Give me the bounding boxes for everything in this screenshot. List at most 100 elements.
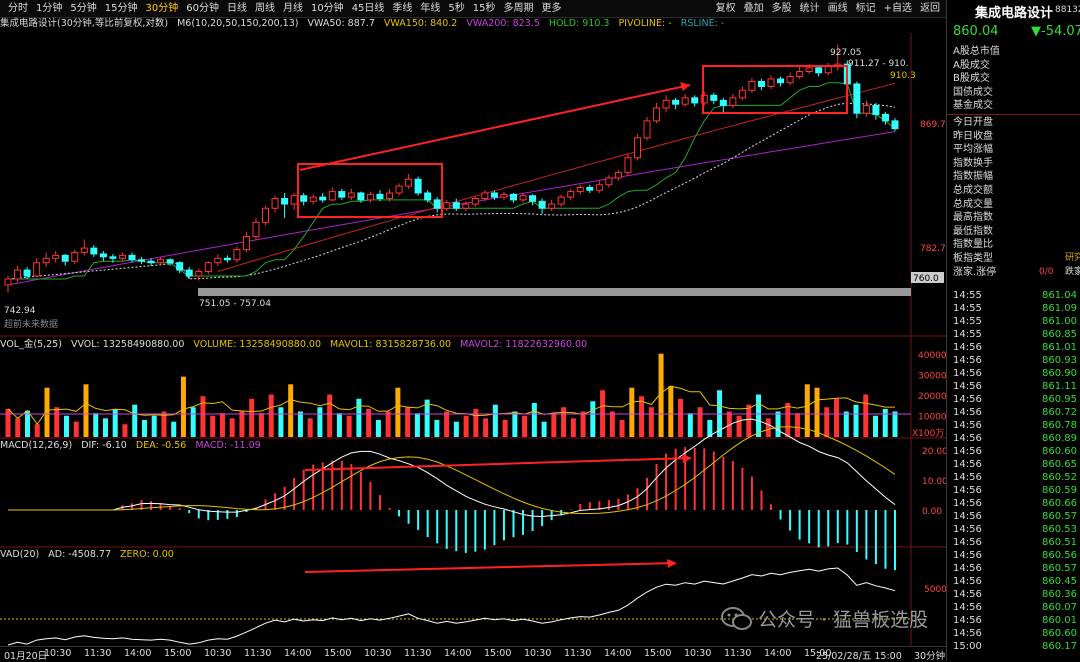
tick-price: 861.00 (1042, 316, 1077, 327)
last-price: 860.04 (953, 24, 999, 39)
candle-body (519, 195, 527, 201)
x-tick-label: 15:00 (644, 648, 672, 659)
quote-field: 指数换手 (947, 157, 1080, 171)
tick-price: 860.07 (1042, 602, 1077, 613)
price-axis-low: 782.7 (920, 244, 946, 254)
tick-time: 14:56 (953, 459, 982, 470)
candle-body (633, 137, 641, 159)
candle-body (433, 199, 441, 209)
quote-field: B股成交 (947, 72, 1080, 86)
tick-time: 14:56 (953, 355, 982, 366)
tick-price: 860.90 (1042, 368, 1077, 379)
tick-time: 14:56 (953, 524, 982, 535)
x-tick-label: 11:30 (404, 648, 432, 659)
volume-bar (83, 384, 89, 437)
volume-bar (746, 404, 752, 437)
price-change: ▼-54.07 (1031, 24, 1080, 39)
tick-price: 860.56 (1042, 550, 1077, 561)
volume-bar (190, 407, 196, 437)
tick-row: 14:56 860.57 (947, 510, 1080, 523)
volume-bar (5, 408, 11, 437)
tick-price: 860.72 (1042, 407, 1077, 418)
tick-time: 14:56 (953, 576, 982, 587)
price-low-label: 742.94 (4, 306, 36, 316)
index-type-value: 研究 (1065, 252, 1080, 263)
tick-price: 860.36 (1042, 589, 1077, 600)
candle-body (262, 207, 270, 223)
candle-body (71, 251, 79, 262)
volume-bar (122, 424, 128, 437)
x-tick-label: 25/02/28/五 15:00 (816, 651, 902, 662)
volume-bar (395, 387, 401, 437)
quote-field: A股总市值 (947, 45, 1080, 59)
tick-row: 14:56 861.01 (947, 341, 1080, 354)
candle-body (4, 278, 12, 286)
tick-row: 14:56 860.36 (947, 588, 1080, 601)
quote-field: 总成交额 (947, 184, 1080, 198)
candle-body (118, 254, 126, 259)
tick-price: 860.17 (1042, 641, 1077, 652)
volume-bar (180, 376, 186, 437)
trend-arrow-price (299, 84, 691, 171)
tick-row: 14:56 860.78 (947, 419, 1080, 432)
candle-body (271, 198, 279, 209)
tick-row: 14:56 860.60 (947, 445, 1080, 458)
quote-field-label: A股成交 (953, 59, 990, 71)
x-tick-label: 14:00 (764, 648, 792, 659)
candle-body (500, 193, 508, 198)
quote-field: 平均涨幅 (947, 143, 1080, 157)
macd-axis-label: 20.00 (922, 447, 946, 457)
quote-field-label: 最低指数 (953, 225, 993, 237)
x-tick-label: 10:30 (204, 648, 232, 659)
candle-body (290, 195, 298, 205)
tick-row: 14:56 860.95 (947, 393, 1080, 406)
volume-bar (356, 398, 362, 437)
volume-bar (678, 398, 684, 437)
volume-bar (141, 420, 147, 437)
tick-price: 860.66 (1042, 498, 1077, 509)
quote-field: 国债成交 (947, 86, 1080, 100)
tick-time: 14:56 (953, 563, 982, 574)
dif-value: DIF: -6.10 (81, 440, 127, 451)
quote-field-label: 总成交额 (953, 184, 993, 196)
quote-field-label: 指数量比 (953, 239, 993, 251)
tick-list[interactable]: 14:55 861.04 14:55 861.09 14:55 861.00 14:55 86… (947, 289, 1080, 653)
candle-body (576, 186, 584, 193)
ma-red-line (217, 82, 896, 272)
candle-body (52, 254, 60, 259)
range-label: 751.05 - 757.04 (199, 299, 271, 309)
volume-bar (629, 387, 635, 437)
candle-body (242, 236, 250, 251)
volume-bar (434, 420, 440, 437)
tick-price: 861.01 (1042, 342, 1077, 353)
volume-bar (775, 411, 781, 437)
volume-bar (249, 398, 255, 437)
candle-body (386, 192, 394, 200)
trend-arrow-macd (304, 457, 691, 471)
quote-field: 板指类型 研究 (947, 252, 1080, 266)
tick-time: 14:56 (953, 511, 982, 522)
tick-price: 860.60 (1042, 628, 1077, 639)
candle-body (462, 203, 470, 209)
tick-time: 14:56 (953, 446, 982, 457)
volume-bar (483, 418, 489, 437)
tick-time: 14:55 (953, 303, 982, 314)
vwa50-line (7, 102, 896, 280)
tick-price: 860.93 (1042, 355, 1077, 366)
macd-axis-label: 0.00 (922, 507, 942, 517)
volume-bar (570, 418, 576, 437)
quote-field: 指数振幅 (947, 170, 1080, 184)
tick-price: 860.45 (1042, 576, 1077, 587)
volume-bar (551, 413, 557, 437)
arrow-head (667, 559, 677, 568)
quote-field: 基金成交 (947, 99, 1080, 113)
candle-body (147, 260, 155, 264)
volume-bar (229, 418, 235, 437)
volume-bar (375, 420, 381, 437)
volume-bar (34, 424, 40, 437)
candle-body (471, 198, 479, 205)
candle-body (691, 97, 699, 104)
candle-body (805, 67, 813, 73)
volume-bar (639, 396, 645, 437)
candle-body (309, 196, 317, 202)
